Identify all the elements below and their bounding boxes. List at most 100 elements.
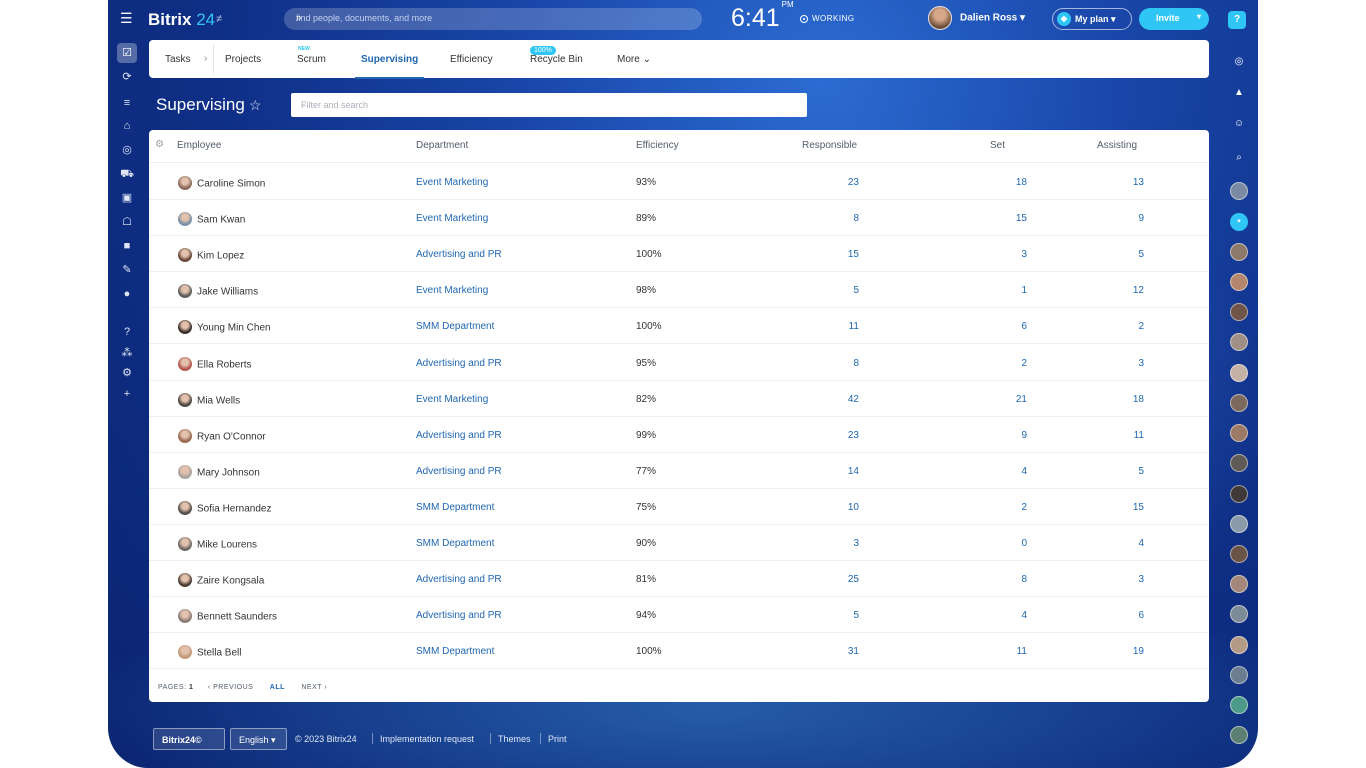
avatar[interactable] bbox=[1230, 726, 1248, 744]
avatar[interactable] bbox=[1230, 545, 1248, 563]
tasks-icon[interactable]: ☑ bbox=[117, 43, 137, 63]
goals-icon[interactable]: ◎ bbox=[120, 143, 134, 157]
robot-icon[interactable]: ☖ bbox=[120, 215, 134, 229]
table-row[interactable]: Sam Kwan Event Marketing 89% 8 15 9 bbox=[149, 200, 1209, 237]
gear-icon[interactable]: ⚙ bbox=[120, 366, 134, 380]
avatar[interactable] bbox=[1230, 666, 1248, 684]
responsible-count[interactable]: 10 bbox=[819, 502, 859, 513]
department-link[interactable]: Advertising and PR bbox=[416, 466, 502, 477]
goals-icon[interactable]: ◎ bbox=[1230, 53, 1248, 71]
responsible-count[interactable]: 8 bbox=[819, 358, 859, 369]
assisting-count[interactable]: 2 bbox=[1104, 321, 1144, 332]
employee-cell[interactable]: Jake Williams bbox=[178, 284, 258, 299]
tab-efficiency[interactable]: Efficiency bbox=[450, 54, 493, 65]
column-header-assisting[interactable]: Assisting bbox=[1097, 140, 1137, 151]
star-icon[interactable]: ☆ bbox=[249, 97, 262, 114]
assisting-count[interactable]: 11 bbox=[1104, 430, 1144, 441]
responsible-count[interactable]: 11 bbox=[819, 321, 859, 332]
avatar[interactable] bbox=[1230, 636, 1248, 654]
help-icon[interactable]: ? bbox=[1228, 11, 1246, 29]
assisting-count[interactable]: 5 bbox=[1104, 466, 1144, 477]
avatar[interactable] bbox=[1230, 182, 1248, 200]
tab-tasks[interactable]: Tasks bbox=[165, 54, 191, 65]
assisting-count[interactable]: 3 bbox=[1104, 358, 1144, 369]
employee-cell[interactable]: Young Min Chen bbox=[178, 320, 271, 335]
table-row[interactable]: Mia Wells Event Marketing 82% 42 21 18 bbox=[149, 381, 1209, 417]
set-count[interactable]: 11 bbox=[987, 646, 1027, 657]
set-count[interactable]: 8 bbox=[987, 574, 1027, 585]
search-icon[interactable]: ⌕ bbox=[1230, 149, 1248, 167]
column-header-responsible[interactable]: Responsible bbox=[802, 140, 857, 151]
employee-name[interactable]: Caroline Simon bbox=[197, 179, 265, 190]
employee-cell[interactable]: Caroline Simon bbox=[178, 176, 265, 191]
table-row[interactable]: Zaire Kongsala Advertising and PR 81% 25 8 3 bbox=[149, 561, 1209, 598]
avatar[interactable] bbox=[1230, 605, 1248, 623]
app-logo[interactable]: Bitrix 24 bbox=[148, 10, 215, 30]
table-row[interactable]: Young Min Chen SMM Department 100% 11 6 2 bbox=[149, 308, 1209, 345]
gear-icon[interactable]: ⚙ bbox=[155, 139, 164, 150]
employee-name[interactable]: Mia Wells bbox=[197, 395, 240, 406]
employee-name[interactable]: Zaire Kongsala bbox=[197, 576, 264, 587]
box-icon[interactable]: ■ bbox=[120, 239, 134, 253]
department-link[interactable]: Advertising and PR bbox=[416, 610, 502, 621]
employee-cell[interactable]: Bennett Saunders bbox=[178, 609, 277, 624]
employee-name[interactable]: Ryan O'Connor bbox=[197, 431, 266, 442]
avatar[interactable] bbox=[1230, 575, 1248, 593]
employee-cell[interactable]: Sam Kwan bbox=[178, 212, 245, 227]
work-status[interactable]: WORKING bbox=[800, 14, 855, 23]
plus-icon[interactable]: + bbox=[120, 387, 134, 401]
employee-name[interactable]: Sofia Hernandez bbox=[197, 504, 272, 515]
footer-link-print[interactable]: Print bbox=[548, 734, 567, 744]
set-count[interactable]: 2 bbox=[987, 502, 1027, 513]
question-icon[interactable]: ? bbox=[120, 325, 134, 339]
department-link[interactable]: SMM Department bbox=[416, 321, 494, 332]
employee-name[interactable]: Mike Lourens bbox=[197, 540, 257, 551]
assisting-count[interactable]: 5 bbox=[1104, 249, 1144, 260]
assisting-count[interactable]: 18 bbox=[1104, 394, 1144, 405]
set-count[interactable]: 3 bbox=[987, 249, 1027, 260]
avatar[interactable] bbox=[1230, 696, 1248, 714]
clock[interactable]: 6:41 PM bbox=[731, 0, 794, 33]
responsible-count[interactable]: 42 bbox=[819, 394, 859, 405]
responsible-count[interactable]: 25 bbox=[819, 574, 859, 585]
avatar[interactable] bbox=[1230, 454, 1248, 472]
table-row[interactable]: Sofia Hernandez SMM Department 75% 10 2 15 bbox=[149, 489, 1209, 525]
employee-cell[interactable]: Zaire Kongsala bbox=[178, 573, 264, 588]
department-link[interactable]: SMM Department bbox=[416, 646, 494, 657]
avatar[interactable] bbox=[1230, 364, 1248, 382]
set-count[interactable]: 1 bbox=[987, 285, 1027, 296]
department-link[interactable]: SMM Department bbox=[416, 502, 494, 513]
department-link[interactable]: Event Marketing bbox=[416, 177, 488, 188]
filter-search-input[interactable]: Filter and search ⌕ bbox=[291, 93, 807, 117]
department-link[interactable]: Event Marketing bbox=[416, 213, 488, 224]
responsible-count[interactable]: 14 bbox=[819, 466, 859, 477]
check-circle-icon[interactable]: ● bbox=[120, 287, 134, 301]
user-menu[interactable]: Dalien Ross ▾ bbox=[928, 6, 1025, 30]
my-plan-button[interactable]: ◆ My plan ▾ bbox=[1052, 8, 1132, 30]
employee-name[interactable]: Stella Bell bbox=[197, 648, 241, 659]
employee-name[interactable]: Young Min Chen bbox=[197, 323, 271, 334]
language-select[interactable]: English ▾ bbox=[230, 728, 287, 750]
sign-icon[interactable]: ✎ bbox=[120, 263, 134, 277]
table-row[interactable]: Caroline Simon Event Marketing 93% 23 18 13 bbox=[149, 164, 1209, 200]
responsible-count[interactable]: 8 bbox=[819, 213, 859, 224]
assisting-count[interactable]: 4 bbox=[1104, 538, 1144, 549]
tab-supervising[interactable]: Supervising bbox=[354, 54, 425, 79]
responsible-count[interactable]: 5 bbox=[819, 285, 859, 296]
assisting-count[interactable]: 9 bbox=[1104, 213, 1144, 224]
avatar[interactable] bbox=[1230, 424, 1248, 442]
feed-icon[interactable]: ⟳ bbox=[120, 70, 134, 84]
employee-cell[interactable]: Ryan O'Connor bbox=[178, 428, 266, 444]
set-count[interactable]: 9 bbox=[987, 430, 1027, 441]
assisting-count[interactable]: 12 bbox=[1104, 285, 1144, 296]
employee-cell[interactable]: Ella Roberts bbox=[178, 356, 251, 372]
column-header-department[interactable]: Department bbox=[416, 140, 468, 151]
set-count[interactable]: 6 bbox=[987, 321, 1027, 332]
search-icon[interactable]: ⌕ bbox=[301, 98, 795, 109]
chat-bubble-icon[interactable]: ▪ bbox=[1230, 213, 1248, 231]
employee-cell[interactable]: Sofia Hernandez bbox=[178, 500, 272, 516]
department-link[interactable]: SMM Department bbox=[416, 538, 494, 549]
tab-recycle-bin[interactable]: Recycle Bin bbox=[530, 54, 583, 65]
avatar[interactable] bbox=[1230, 515, 1248, 533]
department-link[interactable]: Event Marketing bbox=[416, 285, 488, 296]
